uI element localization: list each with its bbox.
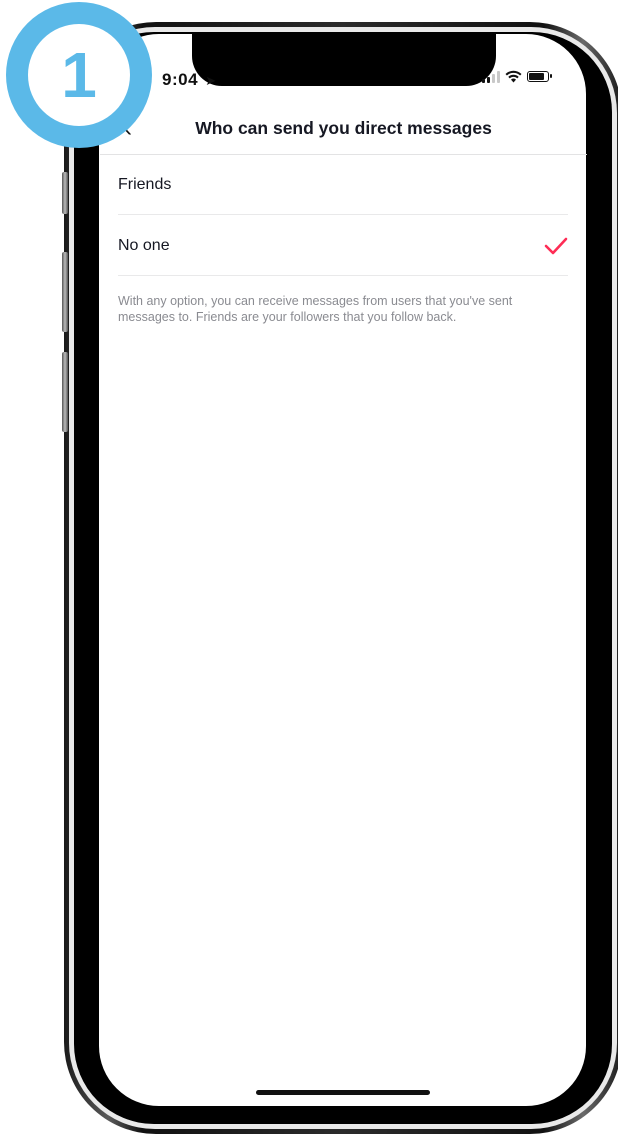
home-indicator[interactable] xyxy=(256,1090,430,1095)
location-arrow-icon: ➤ xyxy=(205,73,217,88)
option-no-one[interactable]: No one xyxy=(118,216,568,276)
status-time: 9:04 ➤ xyxy=(162,70,217,90)
wifi-icon xyxy=(505,70,522,83)
step-number: 1 xyxy=(61,39,97,111)
notch xyxy=(192,34,496,86)
battery-icon xyxy=(527,71,552,82)
step-badge: 1 xyxy=(6,2,152,148)
option-label: Friends xyxy=(118,175,172,193)
step-badge-inner: 1 xyxy=(28,24,130,126)
checkmark-icon xyxy=(544,237,568,254)
option-label: No one xyxy=(118,236,170,254)
volume-up-button xyxy=(62,252,68,332)
option-friends[interactable]: Friends xyxy=(118,155,568,215)
status-icons xyxy=(482,70,552,83)
info-text: With any option, you can receive message… xyxy=(118,294,513,324)
silent-switch xyxy=(62,172,68,214)
volume-down-button xyxy=(62,352,68,432)
cellular-signal-icon xyxy=(482,70,500,83)
page-title: Who can send you direct messages xyxy=(195,118,492,138)
status-time-text: 9:04 xyxy=(162,70,199,89)
